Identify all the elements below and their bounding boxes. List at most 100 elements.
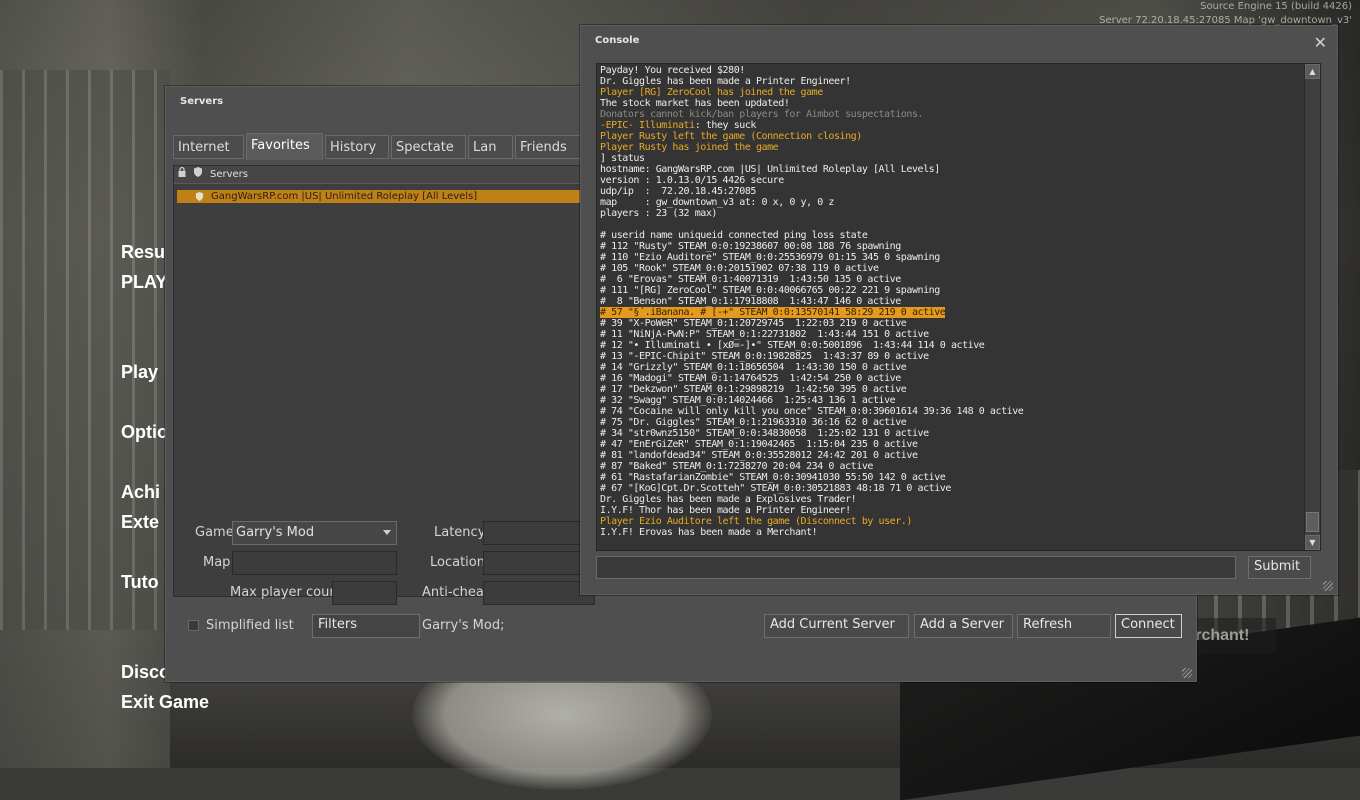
menu-achievements[interactable]: Achi: [121, 482, 160, 503]
add-server-button[interactable]: Add a Server: [914, 614, 1013, 638]
game-dropdown-value: Garry's Mod: [236, 525, 315, 540]
engine-build-text: Source Engine 15 (build 4426): [1200, 1, 1352, 12]
console-line: # 75 "Dr. Giggles" STEAM_0:1:21963310 36…: [600, 417, 907, 428]
server-list-header: Servers: [174, 166, 594, 184]
chevron-down-icon: [383, 530, 391, 535]
submit-button[interactable]: Submit: [1248, 556, 1311, 579]
filters-button[interactable]: Filters: [312, 614, 420, 638]
scroll-down-icon[interactable]: ▼: [1305, 535, 1320, 550]
console-line: hostname: GangWarsRP.com |US| Unlimited …: [600, 164, 940, 175]
console-line: # 16 "Madogi" STEAM_0:1:14764525 1:42:54…: [600, 373, 901, 384]
console-line: Player Ezio Auditore left the game (Disc…: [600, 516, 912, 527]
max-player-field[interactable]: [332, 581, 397, 605]
server-row[interactable]: GangWarsRP.com |US| Unlimited Roleplay […: [177, 190, 594, 203]
game-label: Game: [195, 525, 234, 540]
engine-info: Source Engine 15 (build 4426) Server 72.…: [1099, 0, 1352, 28]
console-scrollbar[interactable]: ▲ ▼: [1304, 64, 1320, 550]
connect-button[interactable]: Connect: [1115, 614, 1182, 638]
console-output[interactable]: Payday! You received $280! Dr. Giggles ha…: [596, 63, 1321, 551]
console-line: # 13 "-EPIC-Chipit" STEAM_0:0:19828825 1…: [600, 351, 929, 362]
add-current-server-button[interactable]: Add Current Server: [764, 614, 909, 638]
tab-favorites[interactable]: Favorites: [246, 133, 323, 160]
console-line: Dr. Giggles has been made a Printer Engi…: [600, 76, 851, 87]
menu-tutorial[interactable]: Tuto: [121, 572, 159, 593]
console-window: Console ✕ Payday! You received $280! Dr. …: [580, 25, 1338, 595]
console-line: # 17 "Dekzwon" STEAM_0:1:29898219 1:42:5…: [600, 384, 907, 395]
console-line: # 39 "X-PoWeR" STEAM_0:1:20729745 1:22:0…: [600, 318, 907, 329]
menu-options[interactable]: Optio: [121, 422, 168, 443]
simplified-list-label: Simplified list: [206, 618, 294, 633]
console-line: Player Rusty left the game (Connection c…: [600, 131, 862, 142]
console-resize-grip[interactable]: [1323, 581, 1333, 591]
console-line: Payday! You received $280!: [600, 65, 745, 76]
close-icon[interactable]: ✕: [1314, 33, 1327, 52]
chat-message: : they suck: [694, 120, 757, 131]
console-line: # 111 "[RG] ZeroCool" STEAM_0:0:40066765…: [600, 285, 940, 296]
console-line: # 61 "RastafarianZombie" STEAM_0:0:30941…: [600, 472, 946, 483]
filter-summary: Garry's Mod;: [422, 618, 505, 633]
max-player-label: Max player count: [230, 585, 343, 600]
console-line: # 14 "Grizzly" STEAM_0:1:18656504 1:43:3…: [600, 362, 907, 373]
console-line: Donators cannot kick/ban players for Aim…: [600, 109, 924, 120]
console-line: # 110 "Ezio Auditore" STEAM_0:0:25536979…: [600, 252, 940, 263]
menu-play[interactable]: Play: [121, 362, 158, 383]
menu-resume[interactable]: Resu: [121, 242, 165, 263]
anticheat-dropdown[interactable]: [483, 581, 595, 605]
servers-resize-grip[interactable]: [1182, 668, 1192, 678]
map-label: Map: [203, 555, 231, 570]
menu-disconnect[interactable]: Disco: [121, 662, 170, 683]
anticheat-label: Anti-cheat: [422, 585, 489, 600]
highlighted-text: # 57 "§´.iBanana. # [-+" STEAM_0:0:13570…: [600, 307, 946, 318]
console-line: Player [RG] ZeroCool has joined the game: [600, 87, 823, 98]
menu-extensions[interactable]: Exte: [121, 512, 159, 533]
console-line: # 47 "EnErGiZeR" STEAM_0:1:19042465 1:15…: [600, 439, 918, 450]
simplified-list-checkbox[interactable]: [188, 620, 199, 631]
console-line: I.Y.F! Thor has been made a Printer Engi…: [600, 505, 851, 516]
scrollbar-thumb[interactable]: [1306, 512, 1319, 532]
console-line: map : gw_downtown_v3 at: 0 x, 0 y, 0 z: [600, 197, 834, 208]
console-line: ] status: [600, 153, 645, 164]
console-line: # 12 "• Illuminati • [xØ=-]•" STEAM_0:0:…: [600, 340, 985, 351]
console-line: # 57 "§´.iBanana. # [-+" STEAM_0:0:13570…: [600, 307, 1300, 318]
location-label: Location: [430, 555, 485, 570]
console-line: The stock market has been updated!: [600, 98, 790, 109]
tab-history[interactable]: History: [325, 135, 389, 159]
tab-internet[interactable]: Internet: [173, 135, 244, 159]
console-line: # 81 "landofdead34" STEAM_0:0:35528012 2…: [600, 450, 918, 461]
menu-exit-game[interactable]: Exit Game: [121, 692, 209, 713]
menu-players[interactable]: PLAY: [121, 272, 167, 293]
console-line: players : 23 (32 max): [600, 208, 717, 219]
console-line: # 6 "Erovas" STEAM_0:1:40071319 1:43:50 …: [600, 274, 901, 285]
servers-column-header[interactable]: Servers: [210, 166, 248, 183]
console-line: I.Y.F! Erovas has been made a Merchant!: [600, 527, 818, 538]
latency-dropdown[interactable]: [483, 521, 595, 545]
console-line: # 112 "Rusty" STEAM_0:0:19238607 00:08 1…: [600, 241, 901, 252]
chat-sender: -EPIC- Illuminati: [600, 120, 695, 131]
shield-column-icon[interactable]: [193, 166, 203, 183]
tab-lan[interactable]: Lan: [468, 135, 513, 159]
map-field[interactable]: [232, 551, 397, 575]
console-line: # 11 "NiNjA-PwN:P" STEAM_0:1:22731802 1:…: [600, 329, 929, 340]
servers-title: Servers: [180, 96, 224, 107]
console-title: Console: [595, 35, 640, 46]
tab-spectate[interactable]: Spectate: [391, 135, 466, 159]
console-line: udp/ip : 72.20.18.45:27085: [600, 186, 756, 197]
console-line: # 74 "Cocaine will only kill you once" S…: [600, 406, 1024, 417]
server-row-name: GangWarsRP.com |US| Unlimited Roleplay […: [211, 191, 478, 202]
game-dropdown[interactable]: Garry's Mod: [232, 521, 397, 545]
console-input[interactable]: [596, 556, 1236, 579]
refresh-button[interactable]: Refresh: [1017, 614, 1111, 638]
console-lines: Payday! You received $280! Dr. Giggles ha…: [600, 65, 1300, 538]
console-line: # 32 "Swagg" STEAM_0:0:14024466 1:25:43 …: [600, 395, 896, 406]
console-line: Player Rusty has joined the game: [600, 142, 779, 153]
console-line: # userid name uniqueid connected ping lo…: [600, 230, 868, 241]
latency-label: Latency: [434, 525, 486, 540]
location-dropdown[interactable]: [483, 551, 595, 575]
console-line: -EPIC- Illuminati: they suck: [600, 120, 1300, 131]
lock-column-icon[interactable]: [177, 166, 187, 183]
shield-icon: [195, 191, 204, 206]
scroll-up-icon[interactable]: ▲: [1305, 64, 1320, 79]
console-line: version : 1.0.13.0/15 4426 secure: [600, 175, 784, 186]
console-line: # 8 "Benson" STEAM_0:1:17918808 1:43:47 …: [600, 296, 901, 307]
